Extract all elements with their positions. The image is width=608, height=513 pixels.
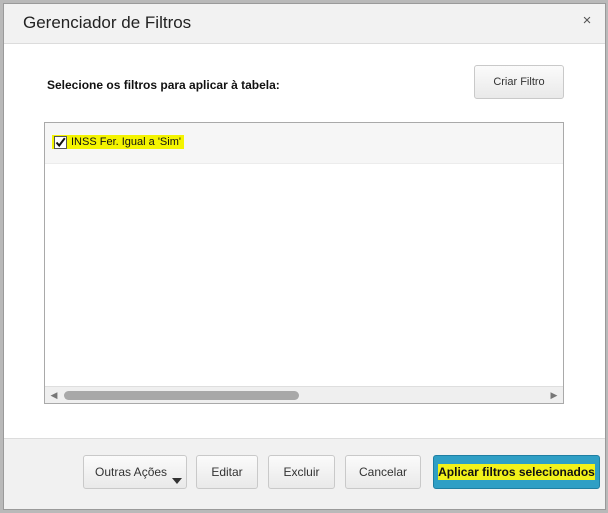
- scroll-left-icon[interactable]: ◀: [47, 387, 61, 403]
- scroll-right-icon[interactable]: ▶: [547, 387, 561, 403]
- scroll-thumb[interactable]: [64, 391, 299, 400]
- dialog-footer: Outras Ações Editar Excluir Cancelar Apl…: [4, 438, 605, 509]
- dialog-title: Gerenciador de Filtros: [23, 13, 192, 32]
- filter-highlight: INSS Fer. Igual a 'Sim': [52, 135, 184, 149]
- delete-button[interactable]: Excluir: [268, 455, 335, 489]
- cancel-button[interactable]: Cancelar: [345, 455, 421, 489]
- other-actions-label: Outras Ações: [95, 465, 168, 479]
- other-actions-button[interactable]: Outras Ações: [83, 455, 187, 489]
- list-item[interactable]: INSS Fer. Igual a 'Sim': [45, 123, 563, 164]
- dialog-titlebar: Gerenciador de Filtros ×: [4, 4, 605, 44]
- close-icon[interactable]: ×: [579, 12, 595, 30]
- filter-list: INSS Fer. Igual a 'Sim' ◀ ▶: [44, 122, 564, 404]
- apply-filters-label: Aplicar filtros selecionados: [438, 464, 595, 480]
- filter-manager-dialog: Gerenciador de Filtros × Selecione os fi…: [3, 3, 606, 510]
- apply-filters-button[interactable]: Aplicar filtros selecionados: [433, 455, 600, 489]
- horizontal-scrollbar[interactable]: ◀ ▶: [45, 386, 563, 403]
- create-filter-button[interactable]: Criar Filtro: [474, 65, 564, 99]
- filter-label: INSS Fer. Igual a 'Sim': [71, 136, 181, 148]
- checkbox-checked-icon[interactable]: [54, 135, 67, 149]
- instruction-text: Selecione os filtros para aplicar à tabe…: [47, 78, 280, 92]
- edit-button[interactable]: Editar: [196, 455, 258, 489]
- caret-down-icon: [172, 478, 182, 484]
